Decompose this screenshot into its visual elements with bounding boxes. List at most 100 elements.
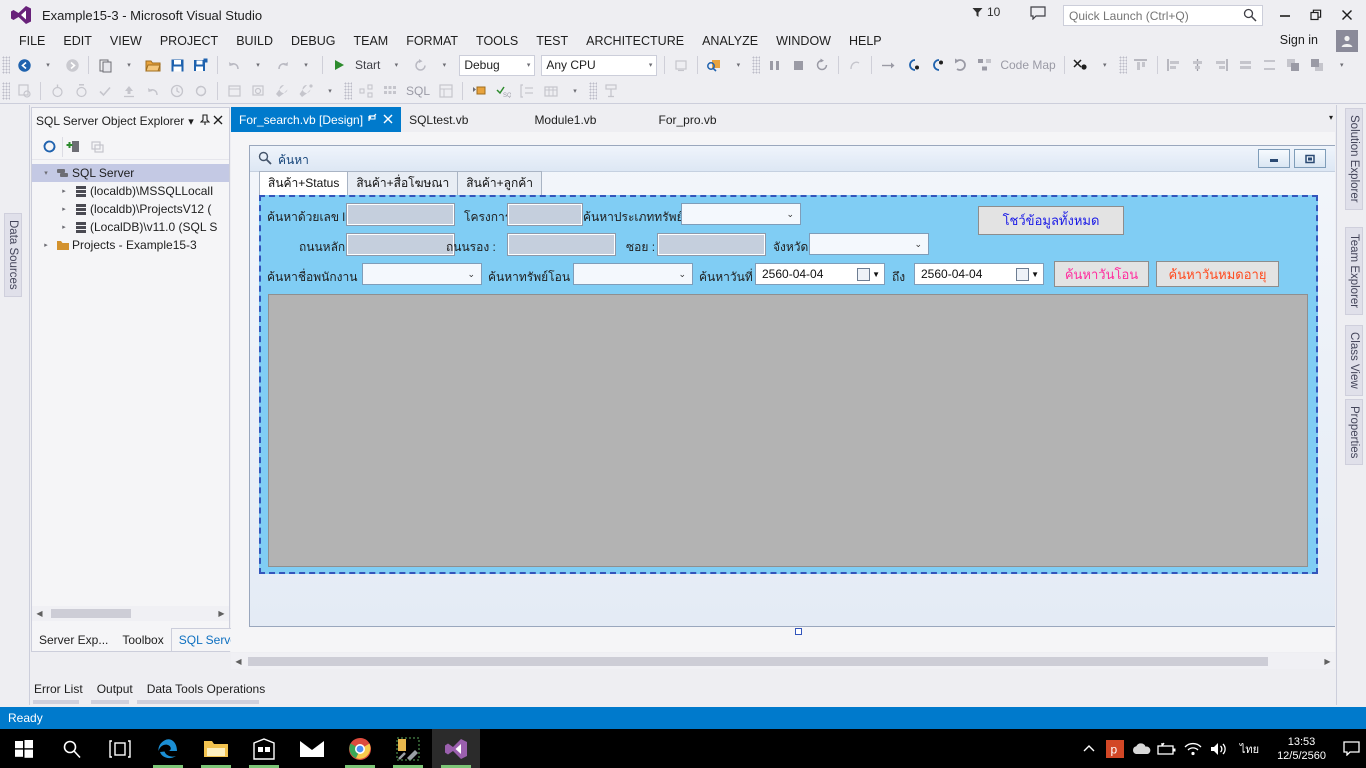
add-watch-button[interactable] <box>46 80 68 102</box>
scroll-right-arrow-icon[interactable]: ▶ <box>214 609 229 618</box>
verify-sql-button[interactable]: SQL <box>492 80 514 102</box>
make-same-width-button[interactable] <box>1235 54 1257 76</box>
refresh-icon[interactable] <box>38 137 60 157</box>
menu-project[interactable]: PROJECT <box>151 32 227 50</box>
step-out-button[interactable] <box>925 54 947 76</box>
menu-window[interactable]: WINDOW <box>767 32 840 50</box>
menu-team[interactable]: TEAM <box>344 32 397 50</box>
menu-tools[interactable]: TOOLS <box>467 32 527 50</box>
restart-dropdown[interactable]: ▾ <box>433 54 455 76</box>
solution-platform-combo[interactable]: Any CPU ▾ <box>541 55 657 76</box>
preview-button[interactable] <box>247 80 269 102</box>
restart-button[interactable] <box>409 54 431 76</box>
account-avatar-icon[interactable] <box>1336 30 1358 52</box>
expander-icon[interactable]: ▸ <box>56 187 72 195</box>
combo-province[interactable]: ⌄ <box>809 233 929 255</box>
expander-icon[interactable]: ▾ <box>38 169 54 177</box>
datepicker-from-controls[interactable]: ▼ <box>857 268 884 281</box>
quick-launch-input[interactable] <box>1063 5 1263 26</box>
form-tab-product-status[interactable]: สินค้า+Status <box>259 171 348 196</box>
break-all-button[interactable] <box>763 54 785 76</box>
menu-edit[interactable]: EDIT <box>54 32 100 50</box>
intellitrace-dropdown[interactable]: ▾ <box>1094 54 1116 76</box>
taskbar-designer-tools-icon[interactable] <box>384 729 432 768</box>
form-designer-window[interactable]: ค้นหา สินค้า+Status สินค้า+สื่อโฆษณา สิน… <box>249 145 1335 627</box>
bottom-tab-data-tools-operations[interactable]: Data Tools Operations <box>147 682 266 696</box>
restart-debug-button[interactable] <box>811 54 833 76</box>
combo-asset-transfer[interactable]: ⌄ <box>573 263 693 285</box>
align-centers-button[interactable] <box>1187 54 1209 76</box>
task-view-icon[interactable] <box>96 729 144 768</box>
toolbar-grip-2[interactable] <box>752 56 760 74</box>
toolbar-grip-4[interactable] <box>2 82 10 100</box>
history-button[interactable] <box>166 80 188 102</box>
solution-configuration-combo[interactable]: Debug ▾ <box>459 55 535 76</box>
form-maximize-button[interactable] <box>1294 149 1326 168</box>
dock-tab-properties[interactable]: Properties <box>1345 399 1363 465</box>
document-tab-module1[interactable]: Module1.vb <box>526 107 604 132</box>
publish-button[interactable] <box>118 80 140 102</box>
intellitrace-button[interactable] <box>1070 54 1092 76</box>
tree-node-localdb-mssqllocaldb[interactable]: ▸ (localdb)\MSSQLLocalI <box>32 182 229 200</box>
wrench-settings-button[interactable] <box>295 80 317 102</box>
tray-clock[interactable]: 13:53 12/5/2560 <box>1267 735 1336 763</box>
redo-dropdown[interactable]: ▾ <box>295 54 317 76</box>
datepicker-to[interactable]: 2560-04-04 ▼ <box>914 263 1044 285</box>
dock-tab-toolbox[interactable]: Toolbox <box>115 629 170 651</box>
new-project-dropdown[interactable]: ▾ <box>118 54 140 76</box>
taskbar-chrome-icon[interactable] <box>336 729 384 768</box>
scroll-left-arrow-icon[interactable]: ◀ <box>231 657 246 666</box>
step-into-button[interactable] <box>901 54 923 76</box>
document-tab-sqltest[interactable]: SQLtest.vb <box>401 107 476 132</box>
taskbar-search-icon[interactable] <box>48 729 96 768</box>
document-tabs-overflow-chevron-icon[interactable]: ▾ <box>1329 113 1333 122</box>
tray-language-indicator[interactable]: ไทย <box>1232 740 1267 758</box>
toolbar-grip[interactable] <box>2 56 10 74</box>
tree-node-projects-example15-3[interactable]: ▸ Projects - Example15-3 <box>32 236 229 254</box>
scroll-left-arrow-icon[interactable]: ◀ <box>32 609 47 618</box>
expander-icon[interactable]: ▸ <box>56 223 72 231</box>
combo-employee-name[interactable]: ⌄ <box>362 263 482 285</box>
verify-check-button[interactable] <box>94 80 116 102</box>
close-icon[interactable] <box>383 113 393 127</box>
dock-tab-data-sources[interactable]: Data Sources <box>4 213 22 297</box>
show-all-data-button[interactable]: โชว์ข้อมูลทั้งหมด <box>978 206 1124 235</box>
query-toolbar-overflow[interactable]: ▾ <box>564 80 586 102</box>
add-timer-button[interactable] <box>70 80 92 102</box>
dock-tab-solution-explorer[interactable]: Solution Explorer <box>1345 108 1363 210</box>
navigate-backward-dropdown[interactable]: ▾ <box>37 54 59 76</box>
menu-analyze[interactable]: ANALYZE <box>693 32 767 50</box>
undo-small-button[interactable] <box>142 80 164 102</box>
sql-toolbar-overflow[interactable]: ▾ <box>319 80 341 102</box>
code-map-icon[interactable] <box>973 54 995 76</box>
form-resize-grip[interactable] <box>795 628 802 635</box>
menu-view[interactable]: VIEW <box>101 32 151 50</box>
save-all-button[interactable] <box>190 54 212 76</box>
document-tab-for-pro[interactable]: For_pro.vb <box>650 107 724 132</box>
datepicker-from[interactable]: 2560-04-04 ▼ <box>755 263 885 285</box>
navigate-backward-button[interactable] <box>13 54 35 76</box>
increase-spacing-button[interactable] <box>1259 54 1281 76</box>
redo-button[interactable] <box>271 54 293 76</box>
find-in-files-button[interactable] <box>703 54 725 76</box>
save-button[interactable] <box>166 54 188 76</box>
results-datagridview[interactable] <box>268 294 1308 567</box>
start-debug-label[interactable]: Start <box>351 58 384 72</box>
dock-tab-class-view[interactable]: Class View <box>1345 325 1363 396</box>
menu-architecture[interactable]: ARCHITECTURE <box>577 32 693 50</box>
scrollbar-thumb[interactable] <box>248 657 1268 666</box>
combo-asset-type[interactable]: ⌄ <box>681 203 801 225</box>
send-to-back-button[interactable] <box>1307 54 1329 76</box>
step-continue-button[interactable] <box>949 54 971 76</box>
document-tab-for-search-design[interactable]: For_search.vb [Design] <box>231 107 401 132</box>
menu-file[interactable]: FILE <box>10 32 54 50</box>
grid-view-button[interactable] <box>379 80 401 102</box>
start-button[interactable] <box>0 729 48 768</box>
bottom-tab-error-list[interactable]: Error List <box>34 682 83 696</box>
start-debug-icon[interactable] <box>328 54 350 76</box>
search-expiry-date-button[interactable]: ค้นหาวันหมดอายุ <box>1156 261 1279 287</box>
code-map-label[interactable]: Code Map <box>996 58 1059 72</box>
start-debug-dropdown[interactable]: ▾ <box>385 54 407 76</box>
align-tops-button[interactable] <box>1130 54 1152 76</box>
list-columns-button[interactable] <box>516 80 538 102</box>
